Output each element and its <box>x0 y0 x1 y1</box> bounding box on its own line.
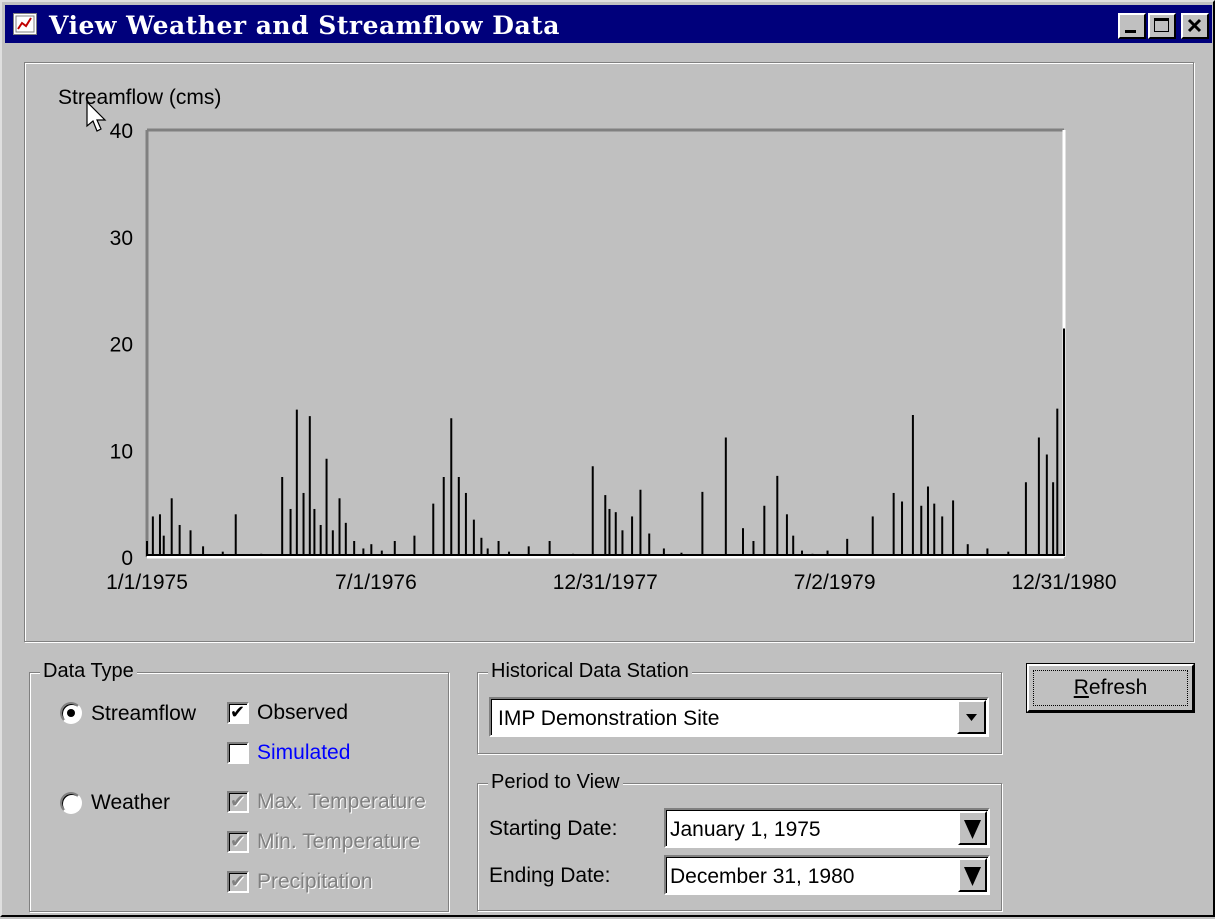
refresh-label: Refresh <box>1073 676 1148 699</box>
streamflow-radio[interactable] <box>60 702 82 724</box>
ending-date-dropdown-button[interactable] <box>958 858 987 892</box>
y-tick-label: 30 <box>110 227 133 250</box>
y-tick-label: 0 <box>121 547 133 570</box>
ending-date-picker[interactable]: December 31, 1980 <box>664 855 990 895</box>
station-value: IMP Demonstration Site <box>498 707 720 730</box>
y-tick-label: 20 <box>110 334 133 357</box>
observed-label[interactable]: Observed <box>257 701 348 725</box>
y-tick-label: 10 <box>110 440 133 463</box>
simulated-label[interactable]: Simulated <box>257 741 350 765</box>
main-window: View Weather and Streamflow Data Streamf… <box>0 0 1215 917</box>
starting-date-picker[interactable]: January 1, 1975 <box>664 808 990 848</box>
x-tick-label: 12/31/1977 <box>553 571 658 594</box>
min-temperature-checkbox: ✔ <box>227 831 249 853</box>
starting-date-label: Starting Date: <box>489 817 618 840</box>
max-temperature-label: Max. Temperature <box>257 790 426 813</box>
streamflow-label[interactable]: Streamflow <box>91 702 196 726</box>
weather-label[interactable]: Weather <box>91 791 170 815</box>
period-legend: Period to View <box>488 771 623 794</box>
min-temperature-label: Min. Temperature <box>257 830 421 853</box>
weather-radio[interactable] <box>60 792 82 814</box>
radio-selected-dot <box>67 709 75 717</box>
y-axis-label: Streamflow (cms) <box>58 86 221 109</box>
observed-checkbox[interactable]: ✔ <box>227 702 249 724</box>
dropdown-arrow-icon <box>964 820 981 839</box>
station-dropdown-button[interactable] <box>957 700 986 734</box>
dropdown-arrow-icon <box>964 867 981 886</box>
checkmark-icon: ✔ <box>230 871 246 892</box>
checkmark-icon: ✔ <box>230 791 246 812</box>
simulated-checkbox[interactable] <box>227 742 249 764</box>
starting-date-value: January 1, 1975 <box>670 818 821 841</box>
starting-date-dropdown-button[interactable] <box>958 811 987 845</box>
checkmark-icon: ✔ <box>230 831 246 852</box>
data-type-legend: Data Type <box>40 660 137 683</box>
ending-date-value: December 31, 1980 <box>670 865 855 888</box>
y-tick-label: 40 <box>110 120 133 143</box>
precipitation-checkbox: ✔ <box>227 871 249 893</box>
ending-date-label: Ending Date: <box>489 864 611 887</box>
x-tick-label: 12/31/1980 <box>1011 571 1116 594</box>
checkmark-icon: ✔ <box>230 702 246 723</box>
dropdown-arrow-icon <box>966 714 977 721</box>
max-temperature-checkbox: ✔ <box>227 791 249 813</box>
station-legend: Historical Data Station <box>488 660 692 683</box>
x-tick-label: 7/1/1976 <box>335 571 417 594</box>
x-tick-label: 1/1/1975 <box>106 571 188 594</box>
precipitation-label: Precipitation <box>257 870 373 893</box>
station-select[interactable]: IMP Demonstration Site <box>489 697 989 737</box>
refresh-button[interactable]: Refresh <box>1027 664 1194 712</box>
x-tick-label: 7/2/1979 <box>794 571 876 594</box>
